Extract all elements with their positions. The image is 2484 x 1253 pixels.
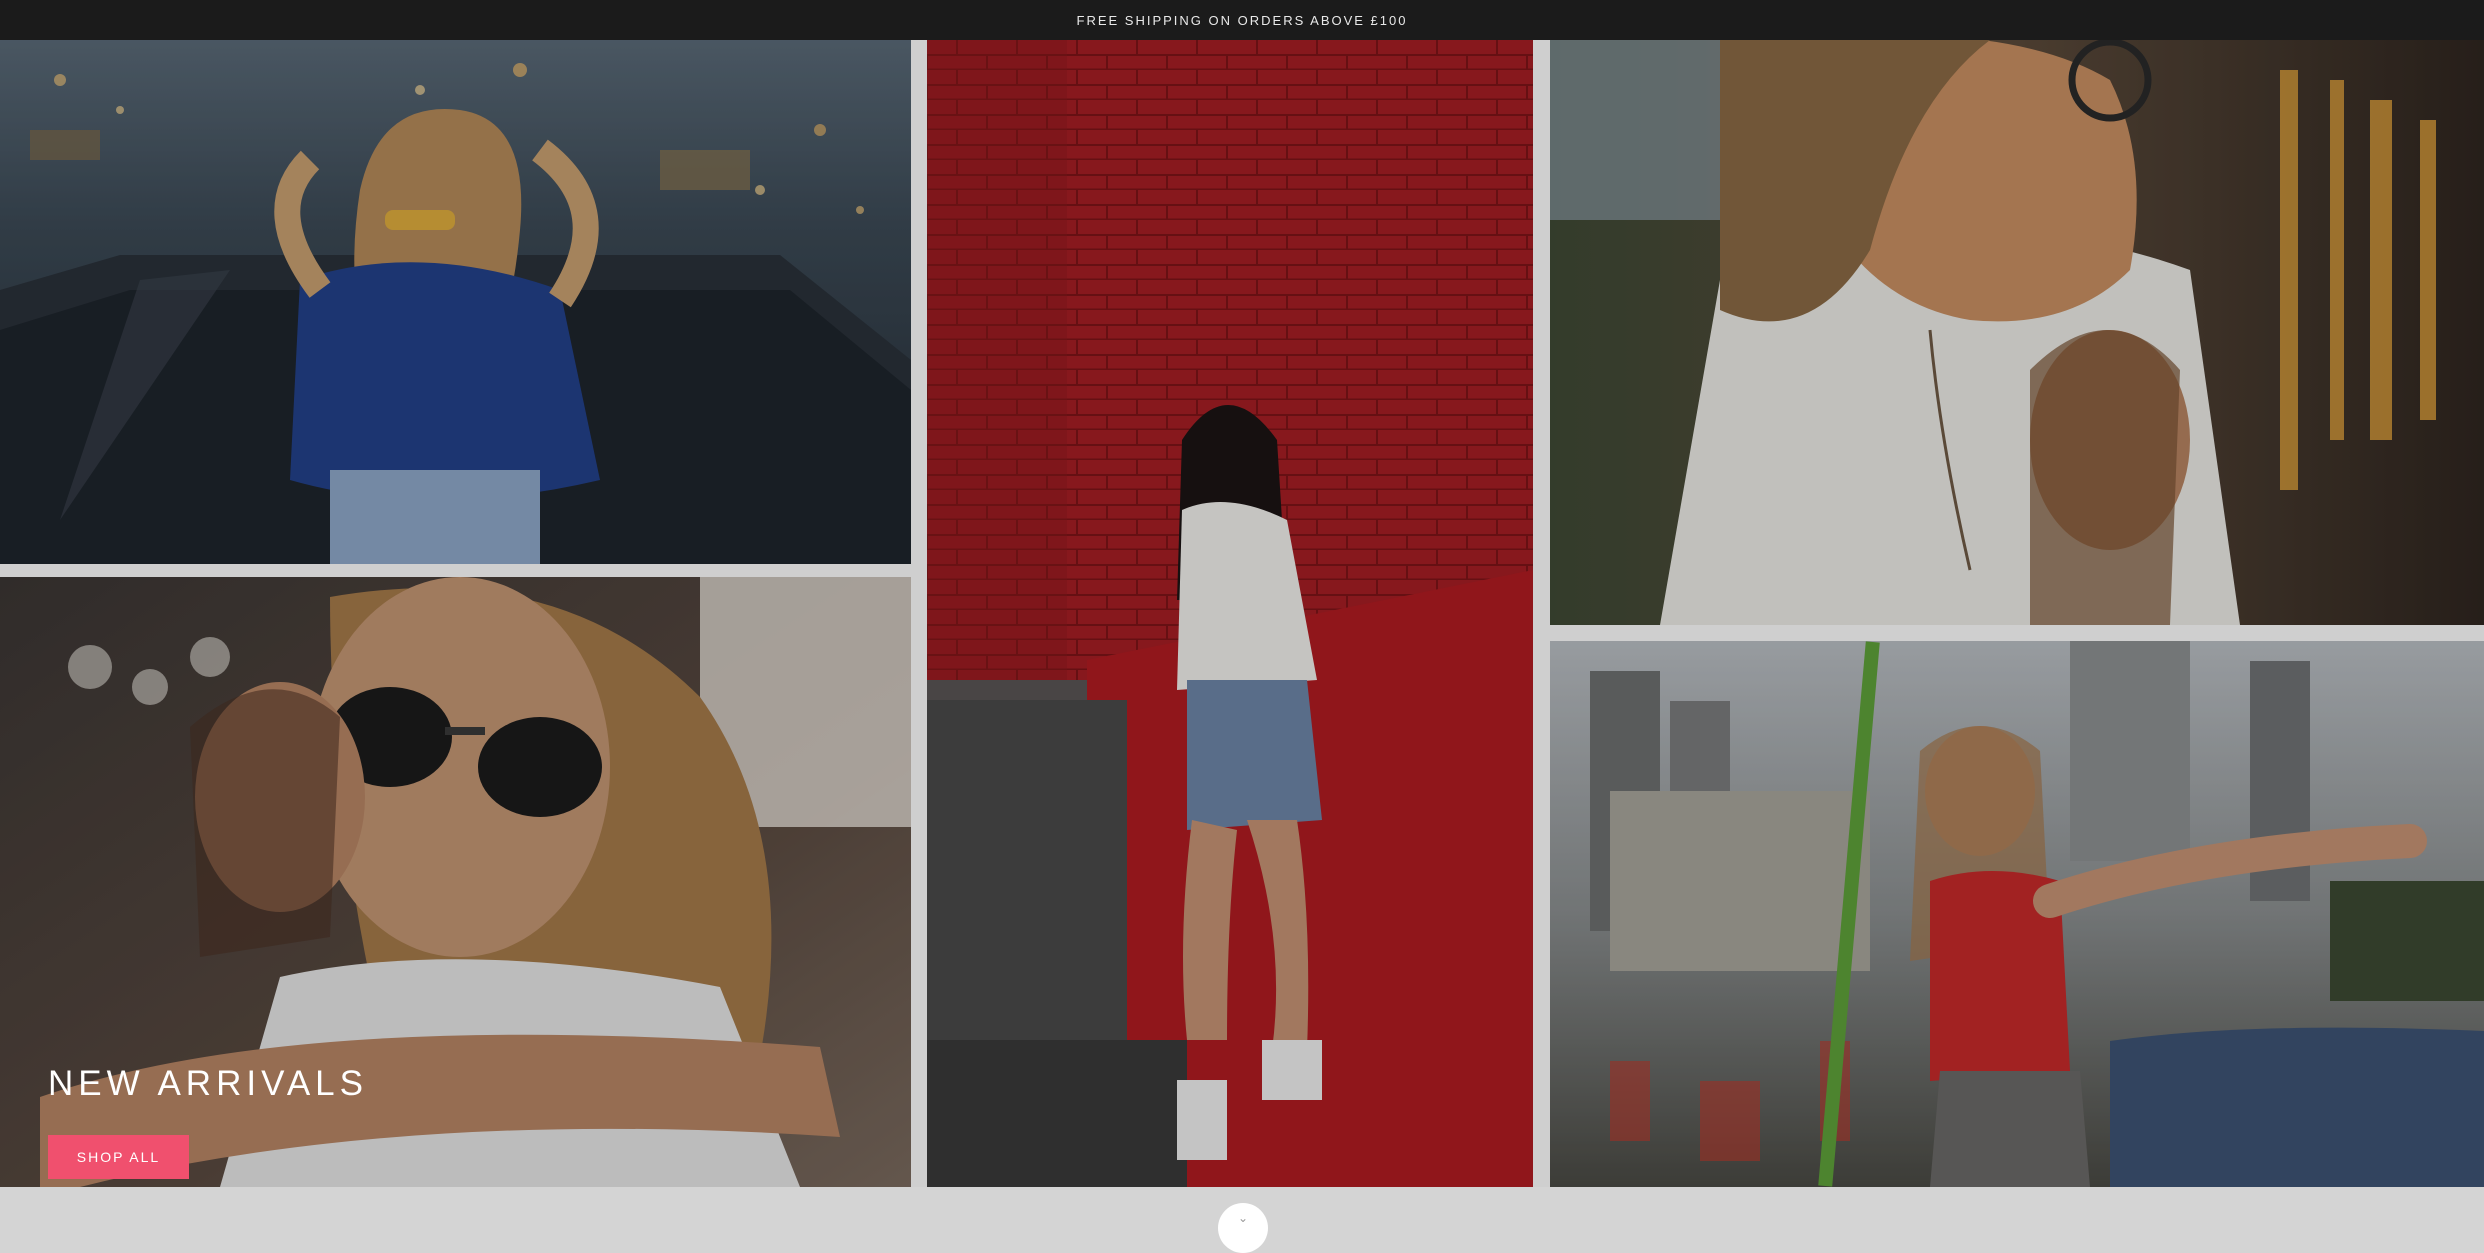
gallery-photo-woman-red-top-ride[interactable]: [1550, 641, 2484, 1187]
photo-woman-red-top-ride: [1550, 641, 2484, 1187]
hero-text: NEW ARRIVALS: [48, 1064, 368, 1104]
gallery-photo-woman-ferris-wheel[interactable]: [0, 40, 911, 564]
announcement-bar: FREE SHIPPING ON ORDERS ABOVE £100: [0, 0, 2484, 40]
gallery-photo-woman-red-brick-wall[interactable]: [927, 40, 1533, 1187]
photo-man-white-shirt-sunset: [1550, 40, 2484, 625]
photo-woman-ferris-wheel: [0, 40, 911, 564]
chevron-down-icon: ⌄: [1237, 1211, 1249, 1225]
hero-heading: NEW ARRIVALS: [48, 1064, 368, 1103]
announcement-text: FREE SHIPPING ON ORDERS ABOVE £100: [1076, 12, 1408, 28]
shop-all-button[interactable]: SHOP ALL: [48, 1135, 189, 1179]
hero-gallery: NEW ARRIVALS SHOP ALL ⌄: [0, 40, 2484, 1253]
gallery-photo-man-white-shirt-sunset[interactable]: [1550, 40, 2484, 625]
photo-woman-red-brick-wall: [927, 40, 1533, 1187]
scroll-down-button[interactable]: ⌄: [1218, 1203, 1268, 1253]
